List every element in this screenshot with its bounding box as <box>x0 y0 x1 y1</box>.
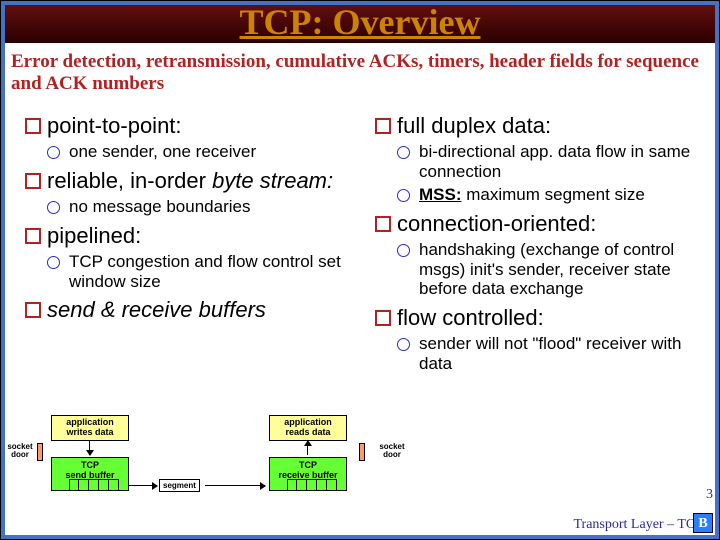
socket-door-right-label: socket door <box>375 443 409 459</box>
bullet-head-pre: reliable, in-order <box>47 168 212 193</box>
bullet-point-to-point: point-to-point: one sender, one receiver <box>25 113 355 162</box>
bullet-reliable: reliable, in-order byte stream: no messa… <box>25 168 355 217</box>
arrow-right-icon <box>129 485 157 486</box>
socket-bar-left <box>37 443 43 461</box>
arrow-down-icon <box>89 441 90 455</box>
bullet-head: connection-oriented: <box>397 211 596 236</box>
bullet-connection-oriented: connection-oriented: handshaking (exchan… <box>375 211 705 299</box>
app-reads-box: application reads data <box>269 415 347 441</box>
slide: TCP: Overview Error detection, retransmi… <box>0 0 720 540</box>
bullet-head: full duplex data: <box>397 113 551 138</box>
segment-label: segment <box>159 479 200 492</box>
app-writes-box: application writes data <box>51 415 129 441</box>
sub-bullet: no message boundaries <box>47 197 355 217</box>
right-column: full duplex data: bi-directional app. da… <box>363 113 719 489</box>
sub-bullet: handshaking (exchange of control msgs) i… <box>397 240 705 299</box>
sub-bullet-mss: MSS: maximum segment size <box>397 185 705 205</box>
slide-subtitle: Error detection, retransmission, cumulat… <box>11 51 709 95</box>
bullet-head: pipelined: <box>47 223 141 248</box>
sub-bullet: bi-directional app. data flow in same co… <box>397 142 705 181</box>
bullet-head: flow controlled: <box>397 305 544 330</box>
bullet-flow-controlled: flow controlled: sender will not "flood"… <box>375 305 705 373</box>
sub-bullet: sender will not "flood" receiver with da… <box>397 334 705 373</box>
sub-bullet: TCP congestion and flow control set wind… <box>47 252 355 291</box>
bullet-pipelined: pipelined: TCP congestion and flow contr… <box>25 223 355 291</box>
bullet-head: point-to-point: <box>47 113 182 138</box>
footer-text: Transport Layer – TCP <box>574 517 704 533</box>
sub-bullet: one sender, one receiver <box>47 142 355 162</box>
socket-bar-right <box>359 443 365 461</box>
recv-buffer-cells <box>287 479 337 491</box>
mss-term: MSS: <box>419 185 462 204</box>
page-number: 3 <box>706 487 713 503</box>
bullet-head-em: byte stream: <box>212 168 333 193</box>
slide-title: TCP: Overview <box>1 1 719 43</box>
socket-door-left-label: socket door <box>3 443 37 459</box>
b-badge: B <box>693 513 713 533</box>
buffer-diagram: socket door socket door application writ… <box>31 407 381 497</box>
bullet-full-duplex: full duplex data: bi-directional app. da… <box>375 113 705 205</box>
send-buffer-cells <box>69 479 119 491</box>
bullet-head: send & receive buffers <box>47 297 266 322</box>
bullet-buffers: send & receive buffers <box>25 297 355 322</box>
arrow-up-icon <box>307 441 308 455</box>
mss-rest: maximum segment size <box>462 185 645 204</box>
arrow-right-icon <box>205 485 265 486</box>
